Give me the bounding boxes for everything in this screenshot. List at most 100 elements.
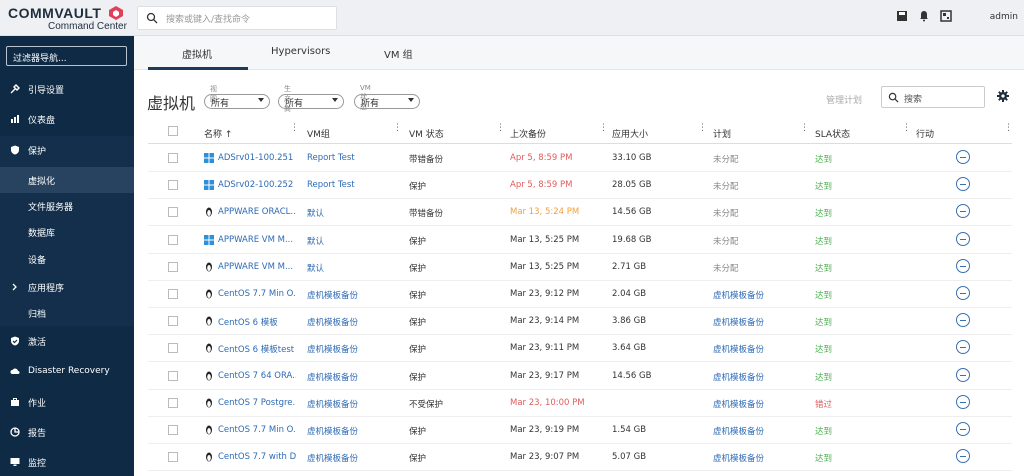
table-row[interactable]: ADSrv02-100.252 Report Test 保护 Apr 5, 8:59 … — [148, 172, 1012, 200]
vm-name-link[interactable]: APPWARE VM M... — [218, 235, 296, 245]
last-backup[interactable]: Mar 13, 5:24 PM — [510, 207, 579, 217]
row-actions-icon[interactable] — [956, 177, 970, 192]
row-checkbox[interactable] — [168, 153, 178, 163]
vm-name-link[interactable]: APPWARE ORACL... — [218, 207, 296, 217]
row-actions-icon[interactable] — [956, 286, 970, 300]
vm-name-link[interactable]: CentOS 7 64 ORA... — [218, 371, 296, 381]
col-header-vm-group[interactable]: VM组 — [307, 127, 330, 140]
bell-icon[interactable] — [918, 10, 930, 22]
plan-value[interactable]: 虚机模板备份 — [713, 343, 764, 355]
sidebar-item-virtualization[interactable]: 虚拟化 — [0, 167, 134, 193]
column-menu-icon[interactable]: ⋮ — [902, 124, 911, 138]
sidebar-item-archive[interactable]: 归档 — [0, 300, 134, 326]
col-header-name[interactable]: 名称 ↑ — [204, 127, 232, 140]
global-search-input[interactable]: 搜索或键入/查找命令 — [137, 6, 337, 30]
row-checkbox[interactable] — [168, 370, 178, 381]
vm-group-link[interactable]: 虚机模板备份 — [307, 371, 393, 383]
last-backup[interactable]: Apr 5, 8:59 PM — [510, 180, 572, 190]
sidebar-item-protect[interactable]: 保护 — [0, 137, 134, 163]
col-header-plan[interactable]: 计划 — [713, 127, 731, 140]
sidebar-item-jobs[interactable]: 作业 — [0, 389, 134, 415]
table-row[interactable]: CentOS 6 模板test 虚机模板备份 保护 Mar 23, 9:11 PM 3.… — [148, 335, 1012, 363]
col-header-vm-status[interactable]: VM 状态 — [409, 127, 444, 140]
vm-group-link[interactable]: 默认 — [307, 235, 393, 247]
sidebar-item-devices[interactable]: 设备 — [0, 246, 134, 272]
row-checkbox[interactable] — [168, 452, 178, 463]
view-filter-select[interactable]: 所有 — [204, 94, 270, 109]
col-header-app-size[interactable]: 应用大小 — [612, 127, 648, 140]
vm-group-link[interactable]: Report Test — [307, 153, 393, 163]
vm-group-link[interactable]: 虚机模板备份 — [307, 289, 393, 301]
row-actions-icon[interactable] — [956, 367, 970, 382]
last-backup[interactable]: Apr 5, 8:59 PM — [510, 153, 572, 163]
column-menu-icon[interactable]: ⋮ — [393, 124, 402, 138]
vm-group-link[interactable]: 虚机模板备份 — [307, 316, 393, 328]
row-actions-icon[interactable] — [956, 422, 970, 436]
table-row[interactable]: CentOS 6 模板 虚机模板备份 保护 Mar 23, 9:14 PM 3.86 G… — [148, 308, 1012, 336]
row-checkbox[interactable] — [168, 180, 178, 191]
sidebar-item-reports[interactable]: 报告 — [0, 419, 134, 445]
table-row[interactable]: CentOS 7.7 Min O... 虚机模板备份 保护 Mar 23, 9:19 … — [148, 417, 1012, 444]
vm-name-link[interactable]: CentOS 6 模板 — [218, 316, 296, 328]
row-actions-icon[interactable] — [956, 340, 970, 355]
row-checkbox[interactable] — [168, 397, 178, 408]
plan-value[interactable]: 虚机模板备份 — [713, 316, 764, 328]
vm-group-link[interactable]: 虚机模板备份 — [307, 425, 393, 437]
vm-name-link[interactable]: CentOS 7.7 Min O... — [218, 289, 296, 299]
row-actions-icon[interactable] — [956, 204, 970, 219]
sidebar-item-disaster-recovery[interactable]: Disaster Recovery — [0, 358, 134, 384]
table-row[interactable]: APPWARE ORACL... 默认 带错备份 Mar 13, 5:24 PM 14.… — [148, 199, 1012, 227]
tab-vm-groups[interactable]: VM 组 — [384, 46, 413, 61]
row-checkbox[interactable] — [168, 207, 178, 218]
row-checkbox[interactable] — [168, 234, 178, 245]
table-row[interactable]: APPWARE VM M... 默认 保护 Mar 13, 5:25 PM 2.71 G… — [148, 254, 1012, 281]
vm-name-link[interactable]: CentOS 7.7 Min O... — [218, 425, 296, 435]
table-row[interactable]: CentOS 7 Postgre... 虚机模板备份 不受保护 Mar 23, 10:… — [148, 390, 1012, 417]
grid-app-icon[interactable] — [940, 10, 952, 22]
column-menu-icon[interactable]: ⋮ — [698, 124, 707, 138]
column-menu-icon[interactable]: ⋮ — [800, 124, 809, 138]
tab-hypervisors[interactable]: Hypervisors — [271, 46, 330, 57]
table-row[interactable]: CentOS 7.7 Min O... 虚机模板备份 保护 Mar 23, 9:12 … — [148, 281, 1012, 308]
save-icon[interactable] — [896, 10, 908, 22]
sidebar-item-activate[interactable]: 激活 — [0, 328, 134, 354]
vm-name-link[interactable]: ADSrv01-100.251 — [218, 153, 296, 163]
sidebar-item-applications[interactable]: 应用程序 — [0, 274, 134, 300]
gear-icon[interactable] — [997, 90, 1009, 102]
commvault-logo[interactable]: COMMVAULT Command Center — [8, 5, 128, 33]
vm-name-link[interactable]: CentOS 7.7 with D... — [218, 452, 296, 462]
sidebar-item-guided-setup[interactable]: 引导设置 — [0, 76, 134, 102]
plan-value[interactable]: 虚机模板备份 — [713, 289, 764, 301]
last-backup[interactable]: Mar 23, 9:11 PM — [510, 343, 579, 353]
col-header-sla-status[interactable]: SLA状态 — [815, 127, 850, 140]
plan-value[interactable]: 虚机模板备份 — [713, 452, 764, 464]
last-backup[interactable]: Mar 23, 9:17 PM — [510, 371, 579, 381]
last-backup[interactable]: Mar 23, 10:00 PM — [510, 398, 585, 408]
table-row[interactable]: ADSrv01-100.251 Report Test 带错备份 Apr 5, 8:5… — [148, 145, 1012, 172]
column-menu-icon[interactable]: ⋮ — [290, 124, 299, 138]
col-header-last-backup[interactable]: 上次备份 — [510, 127, 546, 140]
row-actions-icon[interactable] — [956, 231, 970, 246]
last-backup[interactable]: Mar 23, 9:07 PM — [510, 452, 579, 462]
vm-group-link[interactable]: 虚机模板备份 — [307, 398, 393, 410]
last-backup[interactable]: Mar 13, 5:25 PM — [510, 262, 579, 272]
vm-group-link[interactable]: Report Test — [307, 180, 393, 190]
vm-name-link[interactable]: CentOS 7 Postgre... — [218, 398, 296, 408]
row-actions-icon[interactable] — [956, 150, 970, 164]
sidebar-item-dashboard[interactable]: 仪表盘 — [0, 106, 134, 132]
last-backup[interactable]: Mar 13, 5:25 PM — [510, 235, 579, 245]
row-actions-icon[interactable] — [956, 258, 970, 273]
table-row[interactable]: CentOS 7 64 ORA... 虚机模板备份 保护 Mar 23, 9:17 P… — [148, 363, 1012, 390]
tab-virtual-machines[interactable]: 虚拟机 — [182, 46, 212, 61]
row-actions-icon[interactable] — [956, 394, 970, 409]
last-backup[interactable]: Mar 23, 9:12 PM — [510, 289, 579, 299]
user-menu[interactable]: admin — [990, 12, 1018, 22]
row-checkbox[interactable] — [168, 343, 178, 354]
vm-name-link[interactable]: CentOS 6 模板test — [218, 343, 296, 355]
vm-group-link[interactable]: 默认 — [307, 207, 393, 219]
table-search-input[interactable]: 搜索 — [881, 86, 985, 108]
nav-filter-input[interactable]: 过滤器导航... — [6, 46, 127, 66]
row-checkbox[interactable] — [168, 261, 178, 272]
table-row[interactable]: CentOS 7.7 with D... 虚机模板备份 保护 Mar 23, 9:07… — [148, 444, 1012, 472]
plan-value[interactable]: 虚机模板备份 — [713, 371, 764, 383]
